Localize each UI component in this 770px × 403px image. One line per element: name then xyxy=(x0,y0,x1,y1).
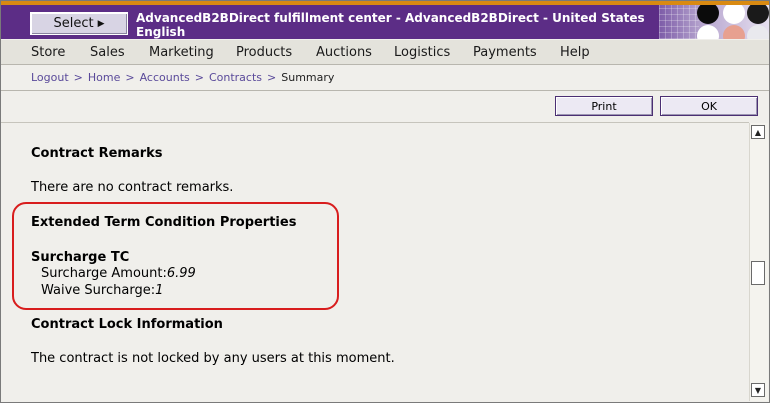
lock-heading: Contract Lock Information xyxy=(31,317,223,332)
menu-item-marketing[interactable]: Marketing xyxy=(149,45,214,60)
menu-item-products[interactable]: Products xyxy=(236,45,292,60)
breadcrumb-separator: > xyxy=(194,71,204,84)
scroll-up-icon[interactable]: ▲ xyxy=(751,125,765,139)
menu-item-store[interactable]: Store xyxy=(31,45,65,60)
waive-surcharge-row: Waive Surcharge:1 xyxy=(41,283,163,298)
lock-text: The contract is not locked by any users … xyxy=(31,351,395,366)
vertical-scrollbar[interactable]: ▲ ▼ xyxy=(749,123,768,401)
remarks-text: There are no contract remarks. xyxy=(31,180,234,195)
brand-logo xyxy=(659,5,769,39)
main-menu-bar: Store Sales Marketing Products Auctions … xyxy=(1,40,769,65)
breadcrumb-contracts[interactable]: Contracts xyxy=(209,71,262,84)
summary-content: Contract Remarks There are no contract r… xyxy=(1,123,749,401)
select-button-label: Select xyxy=(53,16,94,31)
surcharge-heading: Surcharge TC xyxy=(31,250,130,265)
title-bar: Select ▶ AdvancedB2BDirect fulfillment c… xyxy=(1,5,769,39)
logo-circle xyxy=(747,5,769,24)
logo-grid-pattern xyxy=(659,5,699,39)
breadcrumb-home[interactable]: Home xyxy=(88,71,120,84)
logo-circle xyxy=(697,25,719,39)
logo-circle xyxy=(723,25,745,39)
breadcrumb: Logout > Home > Accounts > Contracts > Summary xyxy=(31,71,334,84)
surcharge-amount-row: Surcharge Amount:6.99 xyxy=(41,266,196,281)
breadcrumb-current: Summary xyxy=(281,71,335,84)
breadcrumb-separator: > xyxy=(73,71,83,84)
ok-button[interactable]: OK xyxy=(660,96,758,116)
scroll-down-icon[interactable]: ▼ xyxy=(751,383,765,397)
page-title: AdvancedB2BDirect fulfillment center - A… xyxy=(136,11,656,39)
app-window: Select ▶ AdvancedB2BDirect fulfillment c… xyxy=(0,0,770,403)
waive-surcharge-label: Waive Surcharge: xyxy=(41,283,156,298)
remarks-heading: Contract Remarks xyxy=(31,146,163,161)
menu-item-payments[interactable]: Payments xyxy=(473,45,537,60)
title-line-2: English xyxy=(136,25,186,39)
breadcrumb-separator: > xyxy=(125,71,135,84)
breadcrumb-separator: > xyxy=(267,71,277,84)
logo-circle xyxy=(723,5,745,24)
surcharge-amount-label: Surcharge Amount: xyxy=(41,266,167,281)
menu-item-help[interactable]: Help xyxy=(560,45,590,60)
select-button[interactable]: Select ▶ xyxy=(30,12,128,35)
breadcrumb-accounts[interactable]: Accounts xyxy=(140,71,190,84)
logo-circle xyxy=(747,25,769,39)
ext-properties-heading: Extended Term Condition Properties xyxy=(31,215,297,230)
menu-item-auctions[interactable]: Auctions xyxy=(316,45,372,60)
header-divider xyxy=(1,90,769,91)
logo-circle xyxy=(697,5,719,24)
title-line-1: AdvancedB2BDirect fulfillment center - A… xyxy=(136,11,645,25)
menu-item-logistics[interactable]: Logistics xyxy=(394,45,450,60)
breadcrumb-logout[interactable]: Logout xyxy=(31,71,69,84)
waive-surcharge-value: 1 xyxy=(155,283,164,298)
surcharge-amount-value: 6.99 xyxy=(166,266,196,281)
scrollbar-thumb[interactable] xyxy=(751,261,765,285)
print-button[interactable]: Print xyxy=(555,96,653,116)
menu-item-sales[interactable]: Sales xyxy=(90,45,125,60)
triangle-right-icon: ▶ xyxy=(97,18,105,29)
